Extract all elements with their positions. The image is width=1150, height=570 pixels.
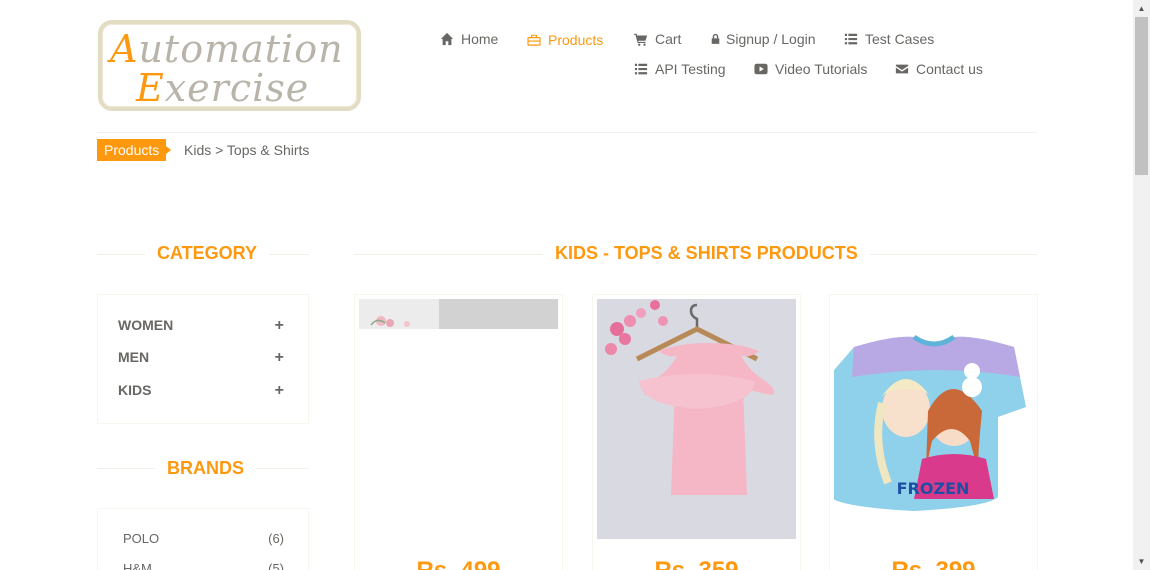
- nav-contact-us[interactable]: Contact us: [895, 61, 983, 77]
- site-logo[interactable]: Automation Exercise: [98, 20, 361, 111]
- home-icon: [440, 32, 454, 46]
- product-image[interactable]: [597, 299, 796, 539]
- envelope-icon: [895, 64, 909, 74]
- product-price: Rs. 359: [593, 557, 800, 570]
- nav-cart-label: Cart: [655, 31, 682, 47]
- nav-signup-login[interactable]: Signup / Login: [710, 31, 816, 47]
- list-icon: [844, 33, 858, 45]
- product-price: Rs. 399: [830, 557, 1037, 570]
- category-panel: WOMEN + MEN + KIDS +: [97, 294, 309, 424]
- nav-video-tutorials[interactable]: Video Tutorials: [754, 61, 867, 77]
- breadcrumb-products[interactable]: Products: [97, 139, 172, 161]
- brand-item-polo[interactable]: POLO (6): [123, 531, 284, 546]
- product-card: FROZEN Rs. 399: [829, 294, 1038, 570]
- products-title: Kids - Tops & Shirts Products: [543, 243, 870, 264]
- nav-test-cases-label: Test Cases: [865, 31, 935, 47]
- svg-text:FROZEN: FROZEN: [897, 479, 970, 498]
- nav-api-testing-label: API Testing: [655, 61, 726, 77]
- category-title: Category: [145, 243, 270, 264]
- cart-icon: [634, 33, 648, 46]
- list-icon: [634, 63, 648, 75]
- category-label: KIDS: [118, 382, 152, 398]
- scroll-up-arrow-icon[interactable]: ▲: [1133, 0, 1150, 17]
- brand-name: H&M: [123, 561, 152, 570]
- briefcase-icon: [527, 34, 541, 46]
- category-item-kids[interactable]: KIDS +: [118, 382, 284, 400]
- nav-video-tutorials-label: Video Tutorials: [775, 61, 868, 77]
- brand-name: POLO: [123, 531, 160, 546]
- product-price: Rs. 499: [355, 557, 562, 570]
- category-label: WOMEN: [118, 317, 174, 333]
- category-label: MEN: [118, 349, 150, 365]
- product-image[interactable]: FROZEN: [834, 299, 1033, 539]
- logo-line-1: Automation: [110, 27, 344, 71]
- youtube-play-icon: [754, 63, 768, 75]
- nav-products-label: Products: [548, 32, 604, 48]
- nav-api-testing[interactable]: API Testing: [634, 61, 726, 77]
- plus-icon[interactable]: +: [275, 317, 284, 335]
- plus-icon[interactable]: +: [275, 382, 284, 400]
- nav-contact-us-label: Contact us: [916, 61, 983, 77]
- brand-item-hm[interactable]: H&M (5): [123, 561, 284, 570]
- nav-home-label: Home: [461, 31, 499, 47]
- nav-signup-login-label: Signup / Login: [726, 31, 816, 47]
- logo-cap-a: A: [110, 27, 139, 71]
- category-item-women[interactable]: WOMEN +: [118, 317, 284, 335]
- brand-count: (5): [268, 561, 284, 570]
- breadcrumb-current: Kids > Tops & Shirts: [184, 142, 310, 158]
- logo-word-2: xercise: [164, 66, 310, 110]
- logo-word-1: utomation: [138, 27, 344, 71]
- brands-title: Brands: [155, 458, 257, 479]
- nav-cart[interactable]: Cart: [634, 31, 681, 47]
- plus-icon[interactable]: +: [275, 349, 284, 367]
- product-card: Rs. 499: [354, 294, 563, 570]
- scroll-down-arrow-icon[interactable]: ▼: [1133, 553, 1150, 570]
- product-card: Rs. 359: [592, 294, 801, 570]
- nav-home[interactable]: Home: [440, 31, 498, 47]
- scrollbar-thumb[interactable]: [1135, 17, 1148, 175]
- logo-line-2: Exercise: [136, 66, 309, 110]
- nav-test-cases[interactable]: Test Cases: [844, 31, 934, 47]
- category-item-men[interactable]: MEN +: [118, 349, 284, 367]
- brand-count: (6): [268, 531, 284, 546]
- brands-panel: POLO (6) H&M (5): [97, 508, 309, 570]
- logo-cap-e: E: [136, 66, 165, 110]
- lock-icon: [711, 33, 720, 44]
- nav-products[interactable]: Products: [527, 32, 603, 48]
- header-divider: [97, 132, 1037, 133]
- page-scrollbar[interactable]: ▲ ▼: [1133, 0, 1150, 570]
- product-image[interactable]: [359, 299, 558, 539]
